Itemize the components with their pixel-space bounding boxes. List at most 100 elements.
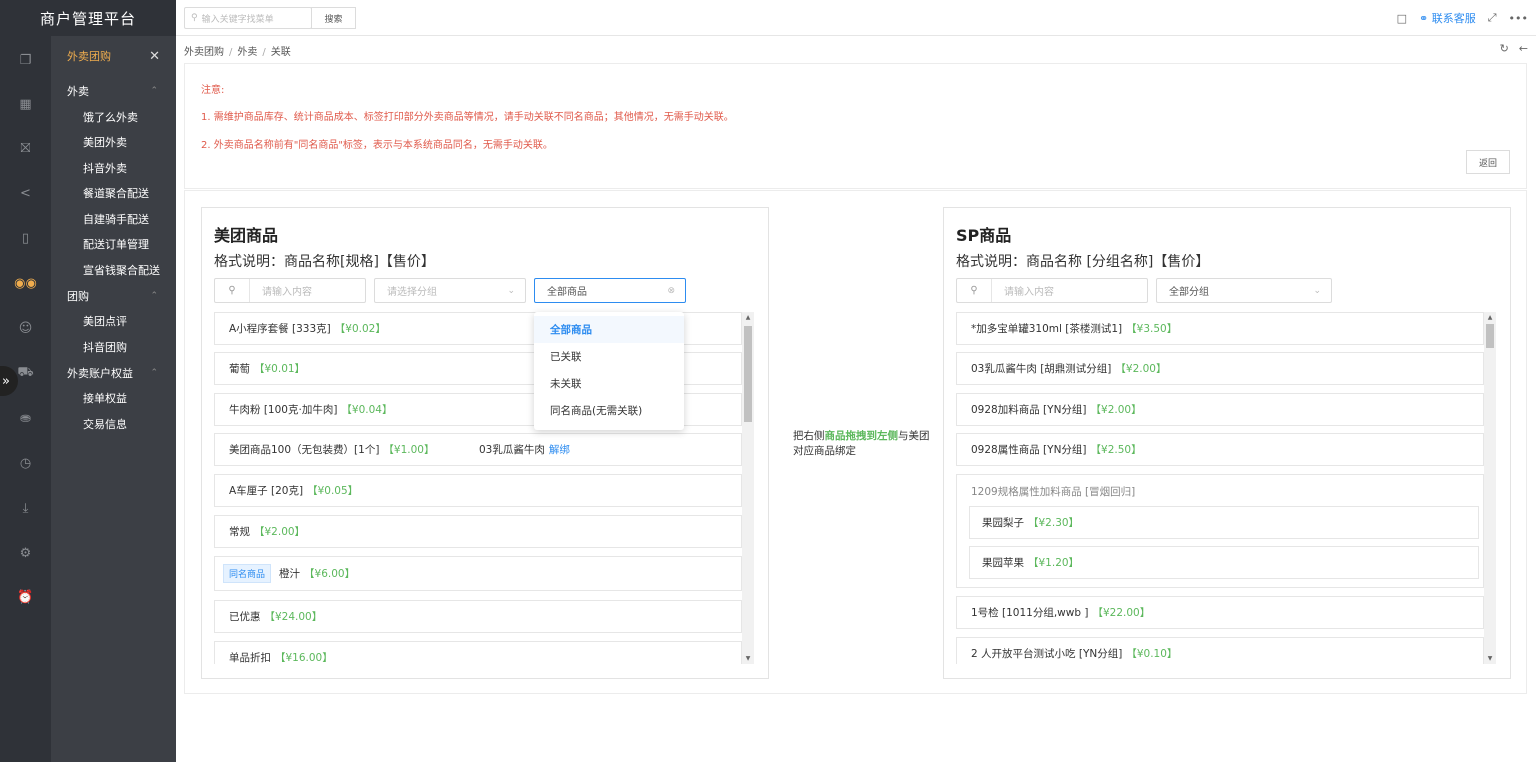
- close-icon[interactable]: ✕: [149, 49, 160, 64]
- item-name: 美团商品100（无包装费）[1个]: [229, 444, 380, 456]
- notice-box: 注意: 1. 需维护商品库存、统计商品成本、标签打印部分外卖商品等情况，请手动关…: [184, 63, 1527, 189]
- grouped-list-item[interactable]: 1209规格属性加料商品 [冒烟回归] 果园梨子 【¥2.30】 果园苹果 【¥1.…: [956, 474, 1484, 588]
- list-item[interactable]: 单品折扣 【¥16.00】: [214, 641, 742, 664]
- page-tools: ↻ ←: [1500, 42, 1528, 55]
- chevron-up-icon: ⌃: [150, 367, 158, 378]
- list-item[interactable]: 2 人开放平台测试小吃 [YN分组] 【¥0.10】: [956, 637, 1484, 664]
- menu-item-candao[interactable]: 餐道聚合配送: [51, 181, 176, 207]
- settings-icon[interactable]: ⚙: [0, 541, 51, 565]
- item-name: 1号检 [1011分组,wwb ]: [971, 607, 1089, 619]
- menu-group-label: 外卖: [67, 85, 89, 98]
- icon-rail: ❐ ▦ ⛝ < ▯ ◉◉ ☺ ⛟ ⛂ ◷ ⤓ ⚙ ⏰: [0, 36, 51, 762]
- list-item[interactable]: 同名商品 橙汁 【¥6.00】: [214, 556, 742, 591]
- user-icon[interactable]: ☺: [0, 316, 51, 340]
- fullscreen-icon[interactable]: ⤢: [1488, 11, 1497, 25]
- list-item[interactable]: *加多宝单罐310ml [茶楼测试1] 【¥3.50】: [956, 312, 1484, 345]
- scroll-up-icon[interactable]: ▲: [742, 314, 754, 321]
- chevron-up-icon: ⌃: [150, 86, 158, 96]
- meituan-search-input[interactable]: ⚲ 请输入内容: [214, 278, 366, 303]
- list-item[interactable]: A车厘子 [20克] 【¥0.05】: [214, 474, 742, 507]
- download-icon[interactable]: ⤓: [0, 496, 51, 520]
- scrollbar-thumb[interactable]: [744, 326, 752, 422]
- menu-search-button[interactable]: 搜索: [311, 7, 356, 29]
- meituan-scrollbar[interactable]: ▲ ▼: [742, 312, 754, 664]
- format-description: 格式说明：商品名称 [分组名称]【售价】: [956, 254, 1210, 270]
- item-price: 【¥2.00】: [1090, 404, 1142, 416]
- menu-item-order-rights[interactable]: 接单权益: [51, 386, 176, 412]
- item-name: 果园梨子: [982, 517, 1024, 529]
- menu-item-rider[interactable]: 自建骑手配送: [51, 206, 176, 232]
- menu-group-takeout[interactable]: 外卖 ⌃: [51, 78, 176, 104]
- menu-search-input[interactable]: ⚲ 输入关键字找菜单: [184, 7, 312, 29]
- alarm-icon[interactable]: ⏰: [0, 585, 51, 609]
- clock-icon[interactable]: ◷: [0, 451, 51, 475]
- submenu-title: 外卖团购: [67, 50, 111, 63]
- back-button[interactable]: 返回: [1466, 150, 1510, 174]
- menu-item-eleme[interactable]: 饿了么外卖: [51, 104, 176, 130]
- database-icon[interactable]: ⛂: [0, 406, 51, 430]
- menu-group-rights[interactable]: 外卖账户权益 ⌃: [51, 360, 176, 386]
- list-item[interactable]: 美团商品100（无包装费）[1个] 【¥1.00】 03乳瓜酱牛肉 解绑: [214, 433, 742, 466]
- calendar-icon[interactable]: ▦: [0, 92, 51, 116]
- more-icon[interactable]: •••: [1509, 12, 1528, 25]
- back-arrow-icon[interactable]: ←: [1519, 42, 1528, 55]
- share-icon[interactable]: <: [0, 181, 51, 205]
- sp-scrollbar[interactable]: ▲ ▼: [1484, 312, 1496, 664]
- linked-product-name: 03乳瓜酱牛肉: [479, 444, 545, 456]
- item-name: 0928属性商品 [YN分组]: [971, 444, 1087, 456]
- drag-hint: 把右侧商品拖拽到左侧与美团对应商品绑定: [793, 429, 933, 459]
- menu-group-groupbuy[interactable]: 团购 ⌃: [51, 283, 176, 309]
- list-item[interactable]: 0928加料商品 [YN分组] 【¥2.00】: [956, 393, 1484, 426]
- copy-icon[interactable]: ❐: [0, 48, 51, 72]
- menu-item-saver[interactable]: 宣省钱聚合配送: [51, 257, 176, 283]
- dropdown-option-all[interactable]: 全部商品: [534, 316, 684, 343]
- dropdown-option-linked[interactable]: 已关联: [534, 343, 684, 370]
- item-price: 【¥2.30】: [1028, 517, 1080, 529]
- scroll-up-icon[interactable]: ▲: [1484, 314, 1496, 321]
- hint-highlight: 商品拖拽到左侧: [824, 430, 899, 442]
- search-icon: ⚲: [957, 279, 992, 302]
- sp-search-input[interactable]: ⚲ 请输入内容: [956, 278, 1148, 303]
- menu-item-delivery-orders[interactable]: 配送订单管理: [51, 232, 176, 258]
- dropdown-option-unlinked[interactable]: 未关联: [534, 370, 684, 397]
- chevron-up-icon: ⌃: [150, 290, 158, 301]
- notice-line-1: 1. 需维护商品库存、统计商品成本、标签打印部分外卖商品等情况，请手动关联不同名…: [201, 112, 734, 123]
- breadcrumb-item[interactable]: 外卖团购: [184, 47, 224, 58]
- breadcrumb-item[interactable]: 外卖: [237, 47, 257, 58]
- message-icon[interactable]: □: [1397, 12, 1407, 25]
- item-name: A车厘子 [20克]: [229, 485, 304, 497]
- menu-item-douyin[interactable]: 抖音外卖: [51, 155, 176, 181]
- menu-item-douyin-groupbuy[interactable]: 抖音团购: [51, 334, 176, 360]
- group-select[interactable]: 请选择分组 ⌄: [374, 278, 526, 303]
- item-price: 【¥2.50】: [1090, 444, 1142, 456]
- bag-icon[interactable]: ⛝: [0, 136, 51, 160]
- list-item[interactable]: 03乳瓜酱牛肉 [胡鼎测试分组] 【¥2.00】: [956, 352, 1484, 385]
- list-item[interactable]: 已优惠 【¥24.00】: [214, 600, 742, 633]
- list-item[interactable]: 1号检 [1011分组,wwb ] 【¥22.00】: [956, 596, 1484, 629]
- sub-item[interactable]: 果园梨子 【¥2.30】: [969, 506, 1479, 539]
- bike-icon[interactable]: ◉◉: [0, 271, 51, 295]
- clear-icon[interactable]: ⊗: [667, 286, 675, 296]
- scrollbar-thumb[interactable]: [1486, 324, 1494, 348]
- item-price: 【¥0.05】: [307, 485, 359, 497]
- group-select-value: 全部分组: [1169, 287, 1209, 298]
- list-item[interactable]: 常规 【¥2.00】: [214, 515, 742, 548]
- sub-item[interactable]: 果园苹果 【¥1.20】: [969, 546, 1479, 579]
- top-right-tools: □ ⚭ 联系客服 ⤢ •••: [1397, 0, 1528, 36]
- unbind-link[interactable]: 解绑: [549, 444, 570, 456]
- item-price: 【¥1.20】: [1028, 557, 1080, 569]
- dropdown-option-same-name[interactable]: 同名商品(无需关联): [534, 397, 684, 424]
- status-select[interactable]: 全部商品 ⊗: [534, 278, 686, 303]
- tablet-icon[interactable]: ▯: [0, 226, 51, 250]
- menu-item-transactions[interactable]: 交易信息: [51, 411, 176, 437]
- list-item[interactable]: 0928属性商品 [YN分组] 【¥2.50】: [956, 433, 1484, 466]
- meituan-panel: 美团商品 格式说明：商品名称[规格]【售价】 ⚲ 请输入内容 请选择分组 ⌄ 全…: [201, 207, 769, 679]
- contact-service-link[interactable]: ⚭ 联系客服: [1419, 10, 1476, 26]
- refresh-icon[interactable]: ↻: [1500, 42, 1509, 55]
- menu-item-meituan[interactable]: 美团外卖: [51, 130, 176, 156]
- sp-group-select[interactable]: 全部分组 ⌄: [1156, 278, 1332, 303]
- scroll-down-icon[interactable]: ▼: [1484, 655, 1496, 662]
- submenu-panel: 外卖团购 ✕ 外卖 ⌃ 饿了么外卖 美团外卖 抖音外卖 餐道聚合配送 自建骑手配…: [51, 36, 176, 762]
- menu-item-dianping[interactable]: 美团点评: [51, 309, 176, 335]
- scroll-down-icon[interactable]: ▼: [742, 655, 754, 662]
